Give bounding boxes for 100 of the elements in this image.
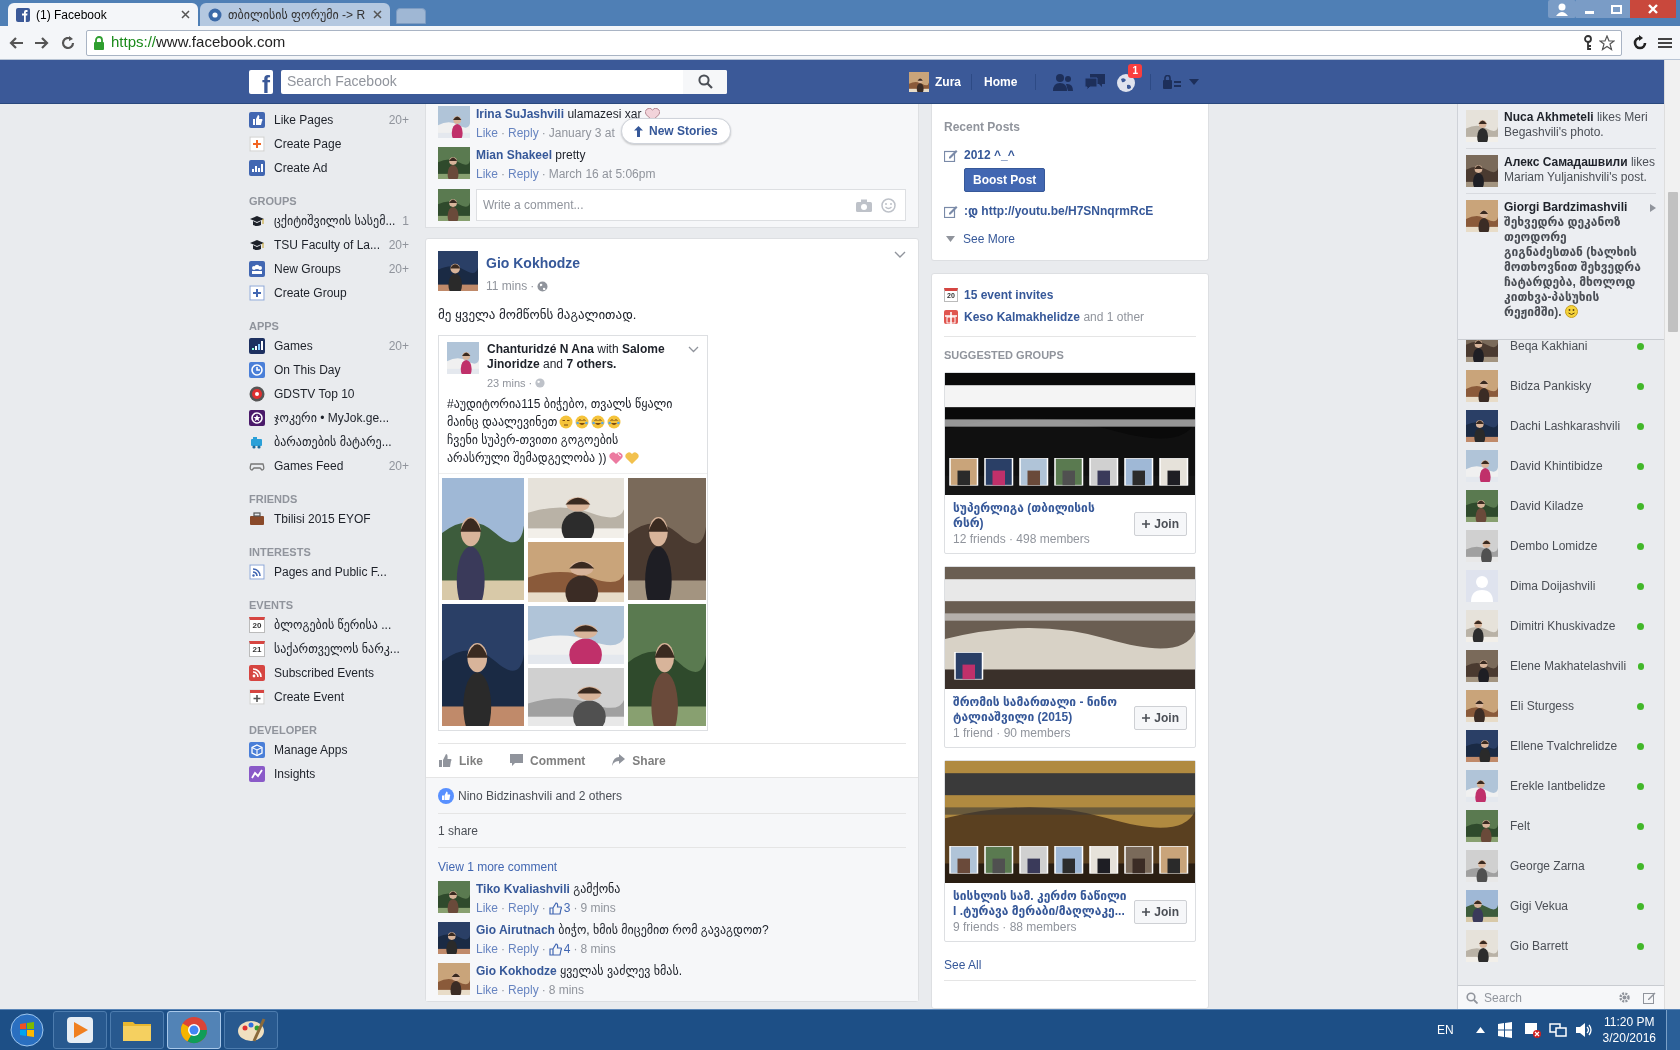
forward-icon[interactable]	[34, 34, 50, 51]
reply-link[interactable]: Reply	[508, 982, 539, 998]
search-icon[interactable]	[697, 74, 713, 89]
author-link[interactable]: Mian Shakeel	[476, 148, 553, 162]
sidebar-link[interactable]: Subscribed Events	[249, 661, 409, 685]
contact-row[interactable]: Ellene Tvalchrelidze	[1458, 726, 1664, 766]
comment-button[interactable]: Comment	[509, 751, 586, 770]
sidebar-link[interactable]: Tbilisi 2015 EYOF	[249, 507, 409, 531]
key-icon[interactable]	[1583, 34, 1593, 51]
sidebar-link[interactable]: Pages and Public F...	[249, 560, 409, 584]
chat-search-bar[interactable]: Search	[1458, 985, 1664, 1009]
reply-link[interactable]: Reply	[508, 125, 539, 141]
sidebar-link[interactable]: Create Ad	[249, 156, 409, 180]
close-icon[interactable]	[1630, 0, 1676, 18]
contact-row[interactable]: Dachi Lashkarashvili	[1458, 406, 1664, 446]
like-link[interactable]: Like	[476, 900, 498, 916]
sidebar-link[interactable]: Games	[249, 334, 385, 358]
taskbar-button[interactable]	[110, 1011, 164, 1049]
see-more-link[interactable]: See More	[963, 230, 1016, 248]
taskbar-button[interactable]	[167, 1011, 221, 1049]
sidebar-link[interactable]: TSU Faculty of La...	[249, 233, 385, 257]
network-icon[interactable]	[1548, 1022, 1567, 1038]
reply-link[interactable]: Reply	[508, 900, 539, 916]
sidebar-link[interactable]: Games Feed	[249, 454, 385, 478]
clock-time[interactable]: 11:20 PM	[1604, 1014, 1655, 1030]
chevron-icon[interactable]	[894, 251, 906, 259]
up-arrow-icon[interactable]	[1475, 1027, 1485, 1033]
contact-row[interactable]: Beqa Kakhiani	[1458, 340, 1664, 366]
group-name-link[interactable]: სუპერლიგა (თბილისის რსრ)	[953, 500, 1129, 531]
browser-tab[interactable]: თბილისის ფორუმი -> R	[200, 3, 390, 26]
shares-link[interactable]: 1 share	[438, 821, 479, 840]
post-link[interactable]: :დ http://youtu.be/H7SNnqrmRcE	[964, 202, 1154, 220]
profile-link[interactable]: Zura	[905, 67, 965, 96]
contact-row[interactable]: Felt	[1458, 806, 1664, 846]
chat-search-field[interactable]: Search	[1484, 988, 1612, 1007]
sidebar-link[interactable]: Create Event	[249, 685, 409, 709]
see-all-link[interactable]: See All	[944, 955, 1196, 981]
sync-icon[interactable]	[1632, 34, 1648, 51]
sidebar-link[interactable]: 20 ბლოგების წერისა ...	[249, 613, 409, 637]
join-button[interactable]: Join	[1134, 899, 1187, 924]
language-indicator[interactable]: EN	[1436, 1021, 1454, 1039]
sidebar-link[interactable]: New Groups	[249, 257, 385, 281]
sidebar-link[interactable]: Create Page	[249, 132, 409, 156]
show-desktop-button[interactable]	[1666, 1010, 1680, 1050]
event-invites-link[interactable]: 15 event invites	[964, 286, 1054, 304]
boost-post-button[interactable]: Boost Post	[964, 168, 1046, 192]
contact-row[interactable]: David Kiladze	[1458, 486, 1664, 526]
sidebar-link[interactable]: Manage Apps	[249, 738, 409, 762]
contact-row[interactable]: Gigi Vekua	[1458, 886, 1664, 926]
like-button[interactable]: Like	[438, 751, 483, 770]
post-link[interactable]: 2012 ^_^	[964, 146, 1015, 164]
sidebar-link[interactable]: Insights	[249, 762, 409, 786]
likes-link[interactable]: Nino Bidzinashvili and 2 others	[458, 786, 623, 805]
join-button[interactable]: Join	[1134, 511, 1187, 536]
group-name-link[interactable]: შრომის სამართალი - ნინო ტალიაშვილი (2015)	[953, 694, 1129, 725]
contact-row[interactable]: Erekle Iantbelidze	[1458, 766, 1664, 806]
contact-row[interactable]: Dimitri Khuskivadze	[1458, 606, 1664, 646]
sidebar-link[interactable]: GDSTV Top 10	[249, 382, 409, 406]
reply-link[interactable]: Reply	[508, 166, 539, 182]
contact-row[interactable]: Bidza Pankisky	[1458, 366, 1664, 406]
like-link[interactable]: Like	[476, 982, 498, 998]
contact-row[interactable]: Dembo Lomidze	[1458, 526, 1664, 566]
sidebar-link[interactable]: Like Pages	[249, 108, 385, 132]
chevron-icon[interactable]	[688, 345, 699, 353]
like-link[interactable]: Like	[476, 941, 498, 957]
new-stories-button[interactable]: New Stories	[621, 118, 731, 144]
reload-icon[interactable]	[60, 34, 76, 51]
speaker-icon[interactable]	[1574, 1022, 1593, 1038]
browser-tab[interactable]: (1) Facebook	[8, 3, 198, 26]
contact-row[interactable]: Dima Doijashvili	[1458, 566, 1664, 606]
contact-row[interactable]: Elene Makhatelashvili	[1458, 646, 1664, 686]
settings-icon[interactable]	[1618, 991, 1631, 1004]
author-link[interactable]: Gio Kokhodze	[476, 964, 557, 978]
view-more-comments-link[interactable]: View 1 more comment	[438, 858, 558, 876]
contact-row[interactable]: George Zarna	[1458, 846, 1664, 886]
share-button[interactable]: Share	[611, 751, 666, 770]
scrollbar-thumb[interactable]	[1667, 192, 1678, 332]
ticker-text[interactable]: Giorgi Bardzimashvili შეხვედრა დეკანოზ თეოდორე გიგნაძესთან (ხალხის მოთხოვნით შეხვედრა ჩატარდება, მხოლოდ კითხვა-პასუხის რეჟიმში).	[1504, 200, 1648, 320]
home-link[interactable]: Home	[978, 72, 1024, 91]
windows-flag-icon[interactable]	[1496, 1022, 1513, 1038]
reply-link[interactable]: Reply	[508, 941, 539, 957]
author-link[interactable]: Irina SuJashvili	[476, 107, 565, 121]
star-icon[interactable]	[1599, 34, 1615, 51]
sidebar-link[interactable]: On This Day	[249, 358, 409, 382]
author-link[interactable]: Gio Kokhodze	[486, 253, 581, 274]
contact-row[interactable]: Gio Barrett	[1458, 926, 1664, 966]
like-link[interactable]: Like	[476, 166, 498, 182]
address-bar[interactable]: https://www.facebook.com	[86, 29, 1622, 56]
like-link[interactable]: Like	[476, 125, 498, 141]
restore-icon[interactable]	[1603, 0, 1630, 18]
close-icon[interactable]	[181, 10, 190, 19]
taskbar-button[interactable]	[53, 1011, 107, 1049]
action-center-icon[interactable]	[1522, 1022, 1541, 1038]
ticker-text[interactable]: Nuca Akhmeteli likes Meri Begashvili's photo.	[1504, 110, 1656, 140]
group-name-link[interactable]: სისხლის სამ. კერძო ნაწილი I .ტურავა მერაბი/მაღლაკე...	[953, 888, 1129, 919]
join-button[interactable]: Join	[1134, 705, 1187, 730]
contact-row[interactable]: David Khintibidze	[1458, 446, 1664, 486]
ticker-text[interactable]: Алекс Самадашвили likes Mariam Yuljanishvili's post.	[1504, 155, 1656, 185]
back-icon[interactable]	[8, 34, 24, 51]
taskbar-button[interactable]	[224, 1011, 278, 1049]
